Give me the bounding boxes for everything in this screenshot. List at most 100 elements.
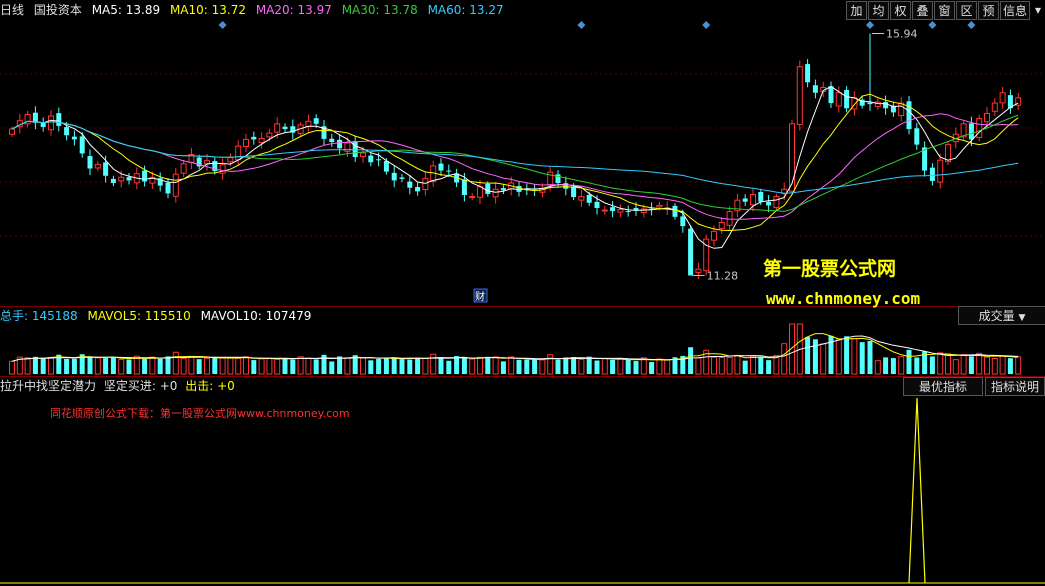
candle-body (625, 211, 631, 213)
volume-bar (968, 356, 974, 374)
volume-bar (415, 357, 421, 374)
volume-bar (157, 358, 163, 374)
candle-body (469, 196, 476, 199)
candle-body (258, 137, 265, 143)
volume-bar (539, 359, 546, 375)
volume-bar (898, 356, 905, 375)
volume-bar (695, 357, 702, 375)
candle-body (547, 171, 554, 186)
candle-body (180, 163, 187, 174)
candle-body (360, 152, 366, 158)
volume-bar (454, 356, 460, 374)
volume-bar (633, 361, 639, 374)
candle-body (87, 156, 93, 169)
candle-body (165, 182, 171, 194)
mavol5-line (11, 333, 1019, 362)
volume-bar (235, 357, 242, 375)
volume-bar (601, 358, 608, 375)
volume-bar (258, 358, 265, 375)
candle-body (485, 183, 491, 194)
volume-bar (290, 359, 296, 374)
volume-bar (313, 359, 319, 374)
volume-bar (874, 360, 881, 375)
volume-bar (172, 351, 179, 375)
volume-bar (430, 353, 437, 375)
volume-bar (563, 357, 569, 374)
candle-body (251, 136, 257, 140)
candle-body (578, 196, 585, 201)
volume-bar (929, 356, 935, 374)
candle-body (617, 209, 624, 213)
candle-body (337, 139, 343, 149)
volume-bar (94, 357, 101, 375)
candle-body (766, 201, 772, 206)
candle-body (633, 208, 639, 211)
volume-bar (952, 359, 959, 375)
volume-bar (40, 357, 46, 374)
volume-bar (711, 356, 717, 375)
candle-body (79, 136, 85, 154)
candle-body (110, 178, 116, 184)
volume-bar (87, 357, 93, 374)
volume-bar (297, 356, 304, 375)
event-diamond-icon (967, 21, 976, 29)
volume-bar (656, 358, 663, 375)
volume-bar (555, 359, 561, 374)
stock-chart-window: 日线 国投资本 MA5: 13.89 MA10: 13.72 MA20: 13.… (0, 0, 1045, 586)
candle-body (313, 118, 319, 124)
volume-bar (984, 356, 990, 375)
volume-bar (664, 359, 671, 375)
volume-bar (640, 357, 647, 375)
candle-body (500, 188, 506, 191)
volume-bar (532, 359, 538, 374)
candle-body (999, 92, 1006, 104)
volume-bar (492, 356, 499, 375)
candle-body (680, 216, 686, 227)
volume-bar (758, 356, 764, 374)
volume-bar (883, 357, 889, 374)
candle-body (118, 176, 125, 182)
volume-bar (485, 356, 491, 374)
candle-body (929, 167, 935, 181)
volume-bar (64, 358, 70, 374)
candle-body (415, 187, 421, 192)
volume-bar (32, 356, 38, 374)
candle-body (383, 161, 389, 172)
event-diamond-icon (928, 21, 937, 29)
event-diamond-icon (218, 21, 227, 29)
volume-bar (844, 336, 850, 374)
volume-bar (243, 356, 249, 375)
volume-bar (196, 359, 202, 374)
candle-body (718, 222, 725, 229)
candle-body (282, 126, 288, 130)
candle-body (376, 159, 382, 161)
candle-body (399, 177, 405, 179)
volume-bar (750, 355, 756, 375)
candle-body (48, 115, 54, 131)
candle-body (305, 120, 312, 128)
candle-body (656, 204, 663, 208)
candle-body (758, 192, 764, 202)
candle-body (274, 123, 281, 133)
volume-bar (820, 343, 827, 375)
volume-bar (149, 356, 156, 375)
volume-bar (718, 356, 725, 375)
volume-bar (571, 356, 577, 374)
volume-bar (766, 360, 772, 374)
volume-bar (110, 357, 116, 374)
candle-body (711, 230, 717, 241)
volume-bar (24, 357, 31, 375)
candle-body (172, 173, 179, 197)
volume-bar (188, 355, 195, 375)
volume-bar (914, 357, 920, 374)
candle-body (64, 127, 70, 136)
ma5-line (11, 85, 1019, 249)
candle-body (789, 123, 795, 192)
volume-bar (391, 357, 397, 374)
candle-body (142, 170, 148, 182)
volume-bar (937, 352, 944, 375)
candle-body (94, 163, 101, 169)
volume-bar (204, 357, 210, 375)
volume-bar (960, 354, 967, 375)
volume-bar (890, 358, 896, 374)
